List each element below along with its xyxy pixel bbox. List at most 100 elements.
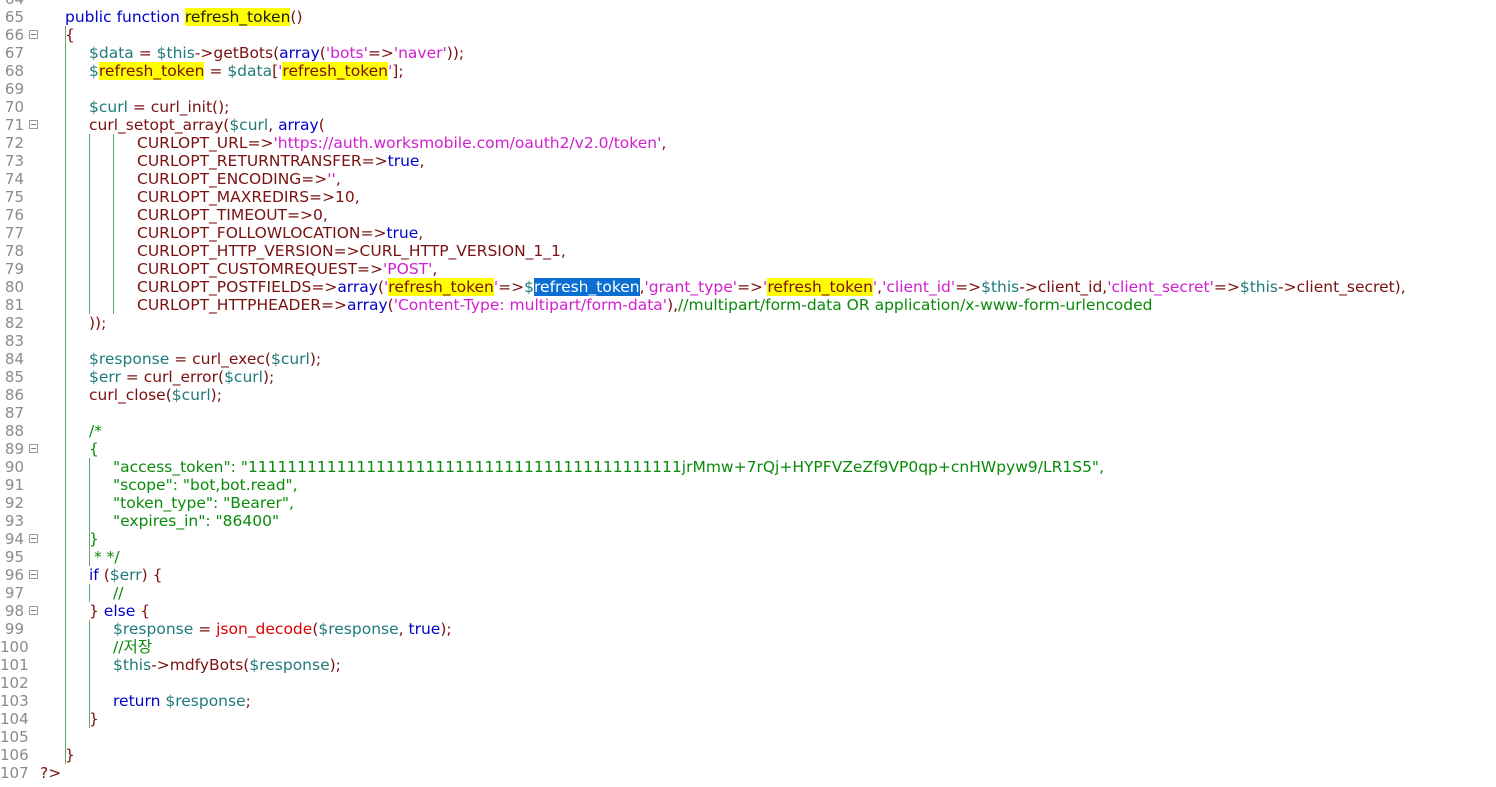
code-line[interactable]: 83 — [0, 332, 1496, 350]
code-token: CURLOPT_POSTFIELDS=> — [137, 278, 338, 296]
line-number: 87 — [4, 404, 24, 422]
code-line[interactable]: 103 return $response; — [0, 692, 1496, 710]
line-code: //저장 — [113, 638, 152, 656]
code-line[interactable]: 82)); — [0, 314, 1496, 332]
line-code: CURLOPT_POSTFIELDS=>array('refresh_token… — [137, 278, 1406, 296]
code-token: = curl_error( — [120, 368, 225, 386]
line-number: 84 — [4, 350, 24, 368]
code-line[interactable]: 84 $response = curl_exec($curl); — [0, 350, 1496, 368]
code-line[interactable]: 93 "expires_in": "86400" — [0, 512, 1496, 530]
line-number: 93 — [4, 512, 24, 530]
line-code: // — [113, 584, 123, 602]
line-code: "token_type": "Bearer", — [113, 494, 294, 512]
fold-collapse-icon[interactable] — [29, 534, 38, 543]
line-number: 82 — [4, 314, 24, 332]
code-line[interactable]: 67 $data = $this->getBots(array('bots'=>'… — [0, 44, 1496, 62]
line-number: 65 — [4, 8, 24, 26]
code-line[interactable]: 78 CURLOPT_HTTP_VERSION=>CURL_HTTP_VERSIO… — [0, 242, 1496, 260]
code-line[interactable]: 104} — [0, 710, 1496, 728]
code-line[interactable]: 64 — [0, 0, 1496, 8]
code-token: , — [419, 152, 425, 170]
code-line[interactable]: 99 $response = json_decode($response, tru… — [0, 620, 1496, 638]
code-line[interactable]: 95 * */ — [0, 548, 1496, 566]
code-line[interactable]: 87 — [0, 404, 1496, 422]
code-line[interactable]: 68 $refresh_token = $data['refresh_token'… — [0, 62, 1496, 80]
line-number: 98 — [4, 602, 24, 620]
line-number: 79 — [4, 260, 24, 278]
code-line[interactable]: 75 CURLOPT_MAXREDIRS=>10, — [0, 188, 1496, 206]
code-token: $response — [318, 620, 399, 638]
code-token: CURLOPT_RETURNTRANSFER=> — [137, 152, 388, 170]
code-token: () — [290, 8, 303, 26]
code-line[interactable]: 74 CURLOPT_ENCODING=>'', — [0, 170, 1496, 188]
fold-collapse-icon[interactable] — [29, 606, 38, 615]
code-token: $curl — [229, 116, 269, 134]
code-line[interactable]: 70 $curl = curl_init(); — [0, 98, 1496, 116]
code-token: = — [193, 620, 217, 638]
code-line[interactable]: 96 if ($err) { — [0, 566, 1496, 584]
code-token: ( — [98, 566, 110, 584]
code-line[interactable]: 97 // — [0, 584, 1496, 602]
line-code: $response = json_decode($response, true)… — [113, 620, 452, 638]
code-line[interactable]: 92 "token_type": "Bearer", — [0, 494, 1496, 512]
code-token: $curl — [171, 386, 211, 404]
code-line[interactable]: 102 — [0, 674, 1496, 692]
code-token: CURLOPT_CUSTOMREQUEST=> — [137, 260, 384, 278]
code-line[interactable]: 81 CURLOPT_HTTPHEADER=>array('Content-Typ… — [0, 296, 1496, 314]
code-line[interactable]: 86 curl_close($curl); — [0, 386, 1496, 404]
code-line[interactable]: 106} — [0, 746, 1496, 764]
code-token: CURLOPT_MAXREDIRS=>10, — [137, 188, 360, 206]
code-line[interactable]: 66 { — [0, 26, 1496, 44]
line-code: curl_close($curl); — [89, 386, 222, 404]
line-code: "scope": "bot,bot.read", — [113, 476, 298, 494]
fold-collapse-icon[interactable] — [29, 570, 38, 579]
code-token: ]; — [392, 62, 404, 80]
fold-collapse-icon[interactable] — [29, 120, 38, 129]
code-editor[interactable]: 6465public function refresh_token()66{67… — [0, 0, 1496, 787]
code-line[interactable]: 76 CURLOPT_TIMEOUT=>0, — [0, 206, 1496, 224]
code-line[interactable]: 79 CURLOPT_CUSTOMREQUEST=>'POST', — [0, 260, 1496, 278]
line-number: 70 — [4, 98, 24, 116]
line-number: 101 — [0, 656, 29, 674]
line-code: * */ — [94, 548, 120, 566]
code-line[interactable]: 105 — [0, 728, 1496, 746]
code-token: CURLOPT_FOLLOWLOCATION=> — [137, 224, 387, 242]
line-code: $refresh_token = $data['refresh_token']; — [89, 62, 404, 80]
code-line[interactable]: 73 CURLOPT_RETURNTRANSFER=>true, — [0, 152, 1496, 170]
code-token: * */ — [94, 548, 120, 566]
code-line[interactable]: 100 //저장 — [0, 638, 1496, 656]
code-token: , — [268, 116, 279, 134]
code-line[interactable]: 107 ?> — [0, 764, 1496, 782]
code-line[interactable]: 89 { — [0, 440, 1496, 458]
code-line[interactable]: 91 "scope": "bot,bot.read", — [0, 476, 1496, 494]
code-line[interactable]: 65 public function refresh_token() — [0, 8, 1496, 26]
line-number: 92 — [4, 494, 24, 512]
code-token: $curl — [224, 368, 263, 386]
line-code: if ($err) { — [89, 566, 162, 584]
line-number: 69 — [4, 80, 24, 98]
code-token: "expires_in": "86400" — [113, 512, 280, 530]
code-line[interactable]: 85 $err = curl_error($curl); — [0, 368, 1496, 386]
line-code: } — [89, 530, 99, 548]
code-line[interactable]: 71 curl_setopt_array($curl, array( — [0, 116, 1496, 134]
code-line[interactable]: 69 — [0, 80, 1496, 98]
code-line[interactable]: 101 $this->mdfyBots($response); — [0, 656, 1496, 674]
fold-collapse-icon[interactable] — [29, 444, 38, 453]
code-line[interactable]: 77 CURLOPT_FOLLOWLOCATION=>true, — [0, 224, 1496, 242]
line-code: } else { — [89, 602, 150, 620]
line-number: 83 — [4, 332, 24, 350]
line-number: 67 — [4, 44, 24, 62]
code-line[interactable]: 80 CURLOPT_POSTFIELDS=>array('refresh_tok… — [0, 278, 1496, 296]
code-line[interactable]: 72 CURLOPT_URL=>'https://auth.worksmobile… — [0, 134, 1496, 152]
line-code: CURLOPT_URL=>'https://auth.worksmobile.c… — [137, 134, 666, 152]
code-line[interactable]: 90 "access_token": "111111111111111111111… — [0, 458, 1496, 476]
line-number: 85 — [4, 368, 24, 386]
code-line[interactable]: 88 /* — [0, 422, 1496, 440]
code-token: curl_close( — [89, 386, 172, 404]
code-line[interactable]: 94} — [0, 530, 1496, 548]
code-token: "scope": "bot,bot.read", — [113, 476, 298, 494]
fold-collapse-icon[interactable] — [29, 30, 38, 39]
line-number: 66 — [4, 26, 24, 44]
code-line[interactable]: 98 } else { — [0, 602, 1496, 620]
line-code: $response = curl_exec($curl); — [89, 350, 321, 368]
